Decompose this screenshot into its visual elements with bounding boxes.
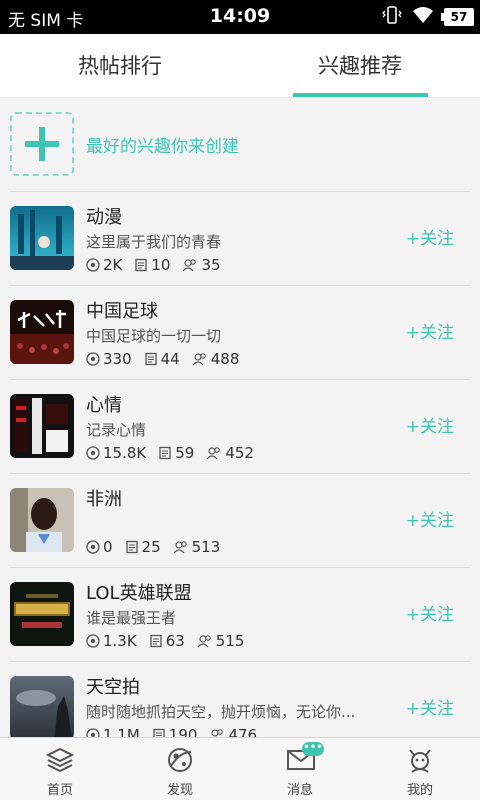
coin-icon (86, 446, 100, 460)
interest-list: 动漫 这里属于我们的青春 2K 10 35 +关注 中国足球 中国足球的一切一切… (0, 191, 480, 737)
coin-count: 330 (103, 350, 132, 368)
coin-icon (86, 352, 100, 366)
item-stats: 15.8K 59 452 (86, 444, 266, 462)
tab-bar: 热帖排行 兴趣推荐 (0, 34, 480, 98)
list-item[interactable]: 心情 记录心情 15.8K 59 452 +关注 (0, 379, 480, 473)
nav-profile-label: 我的 (406, 783, 433, 798)
nav-messages[interactable]: ••• 消息 (240, 738, 360, 800)
post-count: 59 (175, 444, 195, 462)
tab-hot-posts[interactable]: 热帖排行 (0, 34, 240, 98)
nav-discover[interactable]: 发现 (120, 738, 240, 800)
post-count: 63 (165, 632, 185, 650)
post-count: 25 (141, 538, 161, 556)
follow-button[interactable]: +关注 (406, 412, 454, 437)
layers-icon (46, 747, 74, 773)
follow-button[interactable]: +关注 (406, 506, 454, 531)
member-count: 35 (201, 256, 221, 274)
post-count: 190 (168, 726, 198, 737)
coin-icon (86, 258, 100, 272)
plus-icon (25, 127, 59, 161)
members-icon (192, 353, 206, 366)
list-item[interactable]: 非洲 0 25 513 +关注 (0, 473, 480, 567)
coin-icon (86, 540, 100, 554)
thumbnail-lol (10, 582, 74, 646)
list-item[interactable]: 天空拍 随时随地抓拍天空，抛开烦恼，无论你... 1.1M 190 476 +关… (0, 661, 480, 737)
status-icons: 57 (382, 6, 474, 28)
members-icon (197, 635, 211, 648)
status-bar: 无 SIM 卡 14:09 57 (0, 0, 480, 34)
list-item[interactable]: 中国足球 中国足球的一切一切 330 44 488 +关注 (0, 285, 480, 379)
follow-button[interactable]: +关注 (406, 600, 454, 625)
members-icon (206, 447, 221, 460)
item-title: 动漫 (86, 207, 122, 228)
members-icon (173, 541, 187, 554)
item-stats: 330 44 488 (86, 350, 251, 368)
item-description: 记录心情 (86, 421, 147, 439)
item-description: 随时随地抓拍天空，抛开烦恼，无论你... (86, 703, 356, 721)
create-interest-label: 最好的兴趣你来创建 (86, 137, 239, 157)
member-count: 513 (191, 538, 221, 556)
coin-icon (86, 728, 100, 737)
create-interest-row[interactable]: 最好的兴趣你来创建 (0, 98, 480, 191)
coin-icon (86, 634, 100, 648)
nav-home[interactable]: 首页 (0, 738, 120, 800)
thumbnail-sky (10, 676, 74, 737)
item-stats: 1.1M 190 476 (86, 726, 269, 737)
members-icon (183, 259, 197, 272)
nav-messages-label: 消息 (286, 783, 313, 798)
list-item[interactable]: LOL英雄联盟 谁是最强王者 1.3K 63 515 +关注 (0, 567, 480, 661)
item-title: 天空拍 (86, 677, 140, 698)
member-count: 515 (215, 632, 245, 650)
member-count: 452 (225, 444, 254, 462)
member-count: 488 (210, 350, 240, 368)
message-badge: ••• (302, 742, 324, 756)
post-count: 10 (151, 256, 171, 274)
item-description: 谁是最强王者 (86, 609, 177, 627)
item-description: 这里属于我们的青春 (86, 233, 222, 251)
item-description: 中国足球的一切一切 (86, 327, 222, 345)
nav-profile[interactable]: 我的 (360, 738, 480, 800)
post-icon (150, 634, 162, 648)
coin-count: 2K (103, 256, 123, 274)
follow-button[interactable]: +关注 (406, 318, 454, 343)
item-title: 心情 (86, 395, 122, 416)
nav-discover-label: 发现 (166, 783, 193, 798)
follow-button[interactable]: +关注 (406, 694, 454, 719)
vibrate-icon (382, 5, 402, 29)
wifi-icon (412, 6, 434, 28)
thumbnail-africa (10, 488, 74, 552)
active-tab-indicator (293, 93, 428, 97)
item-stats: 2K 10 35 (86, 256, 233, 274)
post-icon (135, 258, 148, 272)
thumbnail-football (10, 300, 74, 364)
item-title: 非洲 (86, 489, 122, 510)
nav-home-label: 首页 (46, 783, 73, 798)
battery-indicator: 57 (441, 8, 474, 26)
bottom-nav: 首页 发现 ••• 消息 我的 (0, 737, 480, 800)
planet-icon (168, 748, 192, 772)
member-count: 476 (228, 726, 258, 737)
item-stats: 0 25 513 (86, 538, 232, 556)
post-icon (153, 728, 165, 737)
coin-count: 1.1M (103, 726, 140, 737)
coin-count: 0 (103, 538, 113, 556)
members-icon (211, 729, 224, 737)
thumbnail-mood (10, 394, 74, 458)
item-title: 中国足球 (86, 301, 158, 322)
coin-count: 15.8K (103, 444, 147, 462)
item-title: LOL英雄联盟 (86, 583, 192, 604)
list-item[interactable]: 动漫 这里属于我们的青春 2K 10 35 +关注 (0, 191, 480, 285)
avatar-icon (409, 749, 431, 773)
follow-button[interactable]: +关注 (406, 224, 454, 249)
post-icon (144, 352, 157, 366)
thumbnail-anime (10, 206, 74, 270)
item-stats: 1.3K 63 515 (86, 632, 256, 650)
coin-count: 1.3K (103, 632, 137, 650)
post-icon (159, 446, 171, 460)
tab-interest-recommend[interactable]: 兴趣推荐 (240, 34, 480, 98)
post-count: 44 (160, 350, 180, 368)
add-interest-button[interactable] (10, 112, 74, 176)
post-icon (125, 540, 138, 554)
